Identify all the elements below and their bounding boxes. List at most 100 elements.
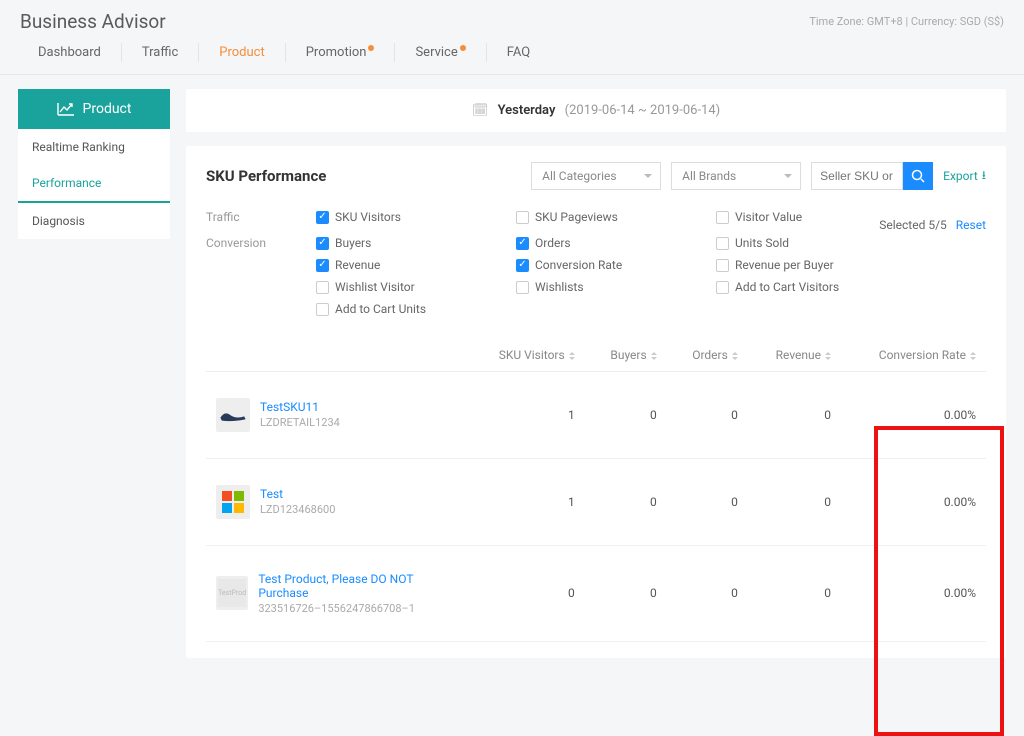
checkbox-label: SKU Visitors [335, 210, 401, 224]
sidebar: Product Realtime RankingPerformanceDiagn… [18, 89, 170, 658]
col-revenue[interactable]: Revenue [748, 340, 841, 371]
checkbox-label: Add to Cart Visitors [735, 280, 839, 294]
product-thumb [216, 485, 250, 519]
checkbox-label: Buyers [335, 236, 371, 250]
sidebar-item-realtime-ranking[interactable]: Realtime Ranking [18, 129, 170, 165]
cell-orders: 0 [667, 458, 748, 545]
cell-orders: 0 [667, 545, 748, 641]
checkbox-box [716, 237, 729, 250]
checkbox-label: Wishlist Visitor [335, 280, 415, 294]
app-title: Business Advisor [20, 10, 166, 33]
sidebar-item-performance[interactable]: Performance [18, 165, 170, 203]
cell-conversion-rate: 0.00% [841, 545, 986, 641]
search-button[interactable] [903, 162, 933, 190]
nav-promotion[interactable]: Promotion [286, 39, 395, 66]
product-thumb: TestProd [216, 576, 248, 610]
checkbox-label: SKU Pageviews [535, 210, 618, 224]
product-sku: LZD123468600 [260, 503, 335, 516]
metrics-section-traffic: Traffic [206, 210, 316, 224]
checkbox-revenue-per-buyer[interactable]: Revenue per Buyer [716, 258, 896, 272]
checkbox-wishlist-visitor[interactable]: Wishlist Visitor [316, 280, 496, 294]
brand-select[interactable]: All Brands [671, 162, 801, 190]
col-buyers[interactable]: Buyers [585, 340, 667, 371]
sort-icon[interactable] [732, 349, 738, 363]
checkbox-conversion-rate[interactable]: Conversion Rate [516, 258, 696, 272]
metrics-section-conversion: Conversion [206, 236, 316, 316]
checkbox-label: Conversion Rate [535, 258, 622, 272]
checkbox-label: Add to Cart Units [335, 302, 426, 316]
checkbox-sku-visitors[interactable]: SKU Visitors [316, 210, 496, 224]
product-sku: 323516726–1556247866708–1 [258, 602, 456, 615]
product-sku: LZDRETAIL1234 [260, 416, 340, 429]
checkbox-box [316, 281, 329, 294]
checkbox-box [516, 281, 529, 294]
nav-dashboard[interactable]: Dashboard [18, 39, 121, 66]
sort-icon[interactable] [651, 349, 657, 363]
product-name-link[interactable]: Test Product, Please DO NOT Purchase [258, 572, 456, 600]
date-label: Yesterday [498, 103, 556, 118]
checkbox-revenue[interactable]: Revenue [316, 258, 496, 272]
checkbox-box [316, 259, 329, 272]
download-icon: ⭳ [982, 166, 986, 187]
checkbox-box [516, 211, 529, 224]
cell-revenue: 0 [748, 545, 841, 641]
date-range: (2019-06-14 ~ 2019-06-14) [565, 103, 721, 118]
main-nav: DashboardTrafficProductPromotionServiceF… [0, 39, 1024, 75]
date-range-bar[interactable]: 🗓 Yesterday (2019-06-14 ~ 2019-06-14) [186, 89, 1006, 132]
checkbox-units-sold[interactable]: Units Sold [716, 236, 896, 250]
sort-icon[interactable] [970, 349, 976, 363]
calendar-icon: 🗓 [472, 103, 489, 118]
selected-count: Selected 5/5 Reset [879, 218, 986, 232]
checkbox-label: Visitor Value [735, 210, 802, 224]
cell-conversion-rate: 0.00% [841, 458, 986, 545]
sort-icon[interactable] [569, 349, 575, 363]
checkbox-box [516, 237, 529, 250]
nav-traffic[interactable]: Traffic [122, 39, 198, 66]
cell-buyers: 0 [585, 371, 667, 458]
table-row: TestProd Test Product, Please DO NOT Purc… [206, 545, 986, 641]
notification-dot [368, 45, 374, 51]
sku-table: SKU VisitorsBuyersOrdersRevenueConversio… [206, 340, 986, 642]
export-link[interactable]: Export ⭳ [943, 166, 986, 187]
cell-revenue: 0 [748, 458, 841, 545]
sidebar-head-label: Product [83, 101, 132, 117]
col-sku-visitors[interactable]: SKU Visitors [466, 340, 585, 371]
timezone-currency: Time Zone: GMT+8 | Currency: SGD (S$) [809, 15, 1004, 28]
checkbox-wishlists[interactable]: Wishlists [516, 280, 696, 294]
sort-icon[interactable] [825, 349, 831, 363]
checkbox-add-to-cart-visitors[interactable]: Add to Cart Visitors [716, 280, 896, 294]
chart-icon [57, 102, 75, 116]
checkbox-visitor-value[interactable]: Visitor Value [716, 210, 896, 224]
product-name-link[interactable]: Test [260, 487, 335, 501]
nav-product[interactable]: Product [199, 39, 284, 66]
col-orders[interactable]: Orders [667, 340, 748, 371]
sku-performance-panel: SKU Performance All Categories All Brand… [186, 146, 1006, 658]
product-name-link[interactable]: TestSKU11 [260, 400, 340, 414]
checkbox-add-to-cart-units[interactable]: Add to Cart Units [316, 302, 496, 316]
table-row: TestLZD12346860010000.00% [206, 458, 986, 545]
sidebar-item-diagnosis[interactable]: Diagnosis [18, 203, 170, 239]
col-conversion-rate[interactable]: Conversion Rate [841, 340, 986, 371]
checkbox-label: Units Sold [735, 236, 789, 250]
cell-orders: 0 [667, 371, 748, 458]
checkbox-box [316, 237, 329, 250]
checkbox-label: Revenue per Buyer [735, 258, 834, 272]
checkbox-buyers[interactable]: Buyers [316, 236, 496, 250]
notification-dot [460, 45, 466, 51]
checkbox-box [516, 259, 529, 272]
checkbox-box [716, 211, 729, 224]
checkbox-box [316, 211, 329, 224]
checkbox-sku-pageviews[interactable]: SKU Pageviews [516, 210, 696, 224]
panel-title: SKU Performance [206, 167, 326, 185]
cell-sku-visitors: 1 [466, 458, 585, 545]
nav-service[interactable]: Service [395, 39, 485, 66]
reset-link[interactable]: Reset [956, 218, 986, 232]
checkbox-box [716, 259, 729, 272]
search-icon [911, 169, 925, 183]
checkbox-orders[interactable]: Orders [516, 236, 696, 250]
category-select[interactable]: All Categories [531, 162, 661, 190]
search-input[interactable] [811, 162, 903, 190]
cell-buyers: 0 [585, 545, 667, 641]
table-row: TestSKU11LZDRETAIL123410000.00% [206, 371, 986, 458]
nav-faq[interactable]: FAQ [487, 39, 550, 66]
